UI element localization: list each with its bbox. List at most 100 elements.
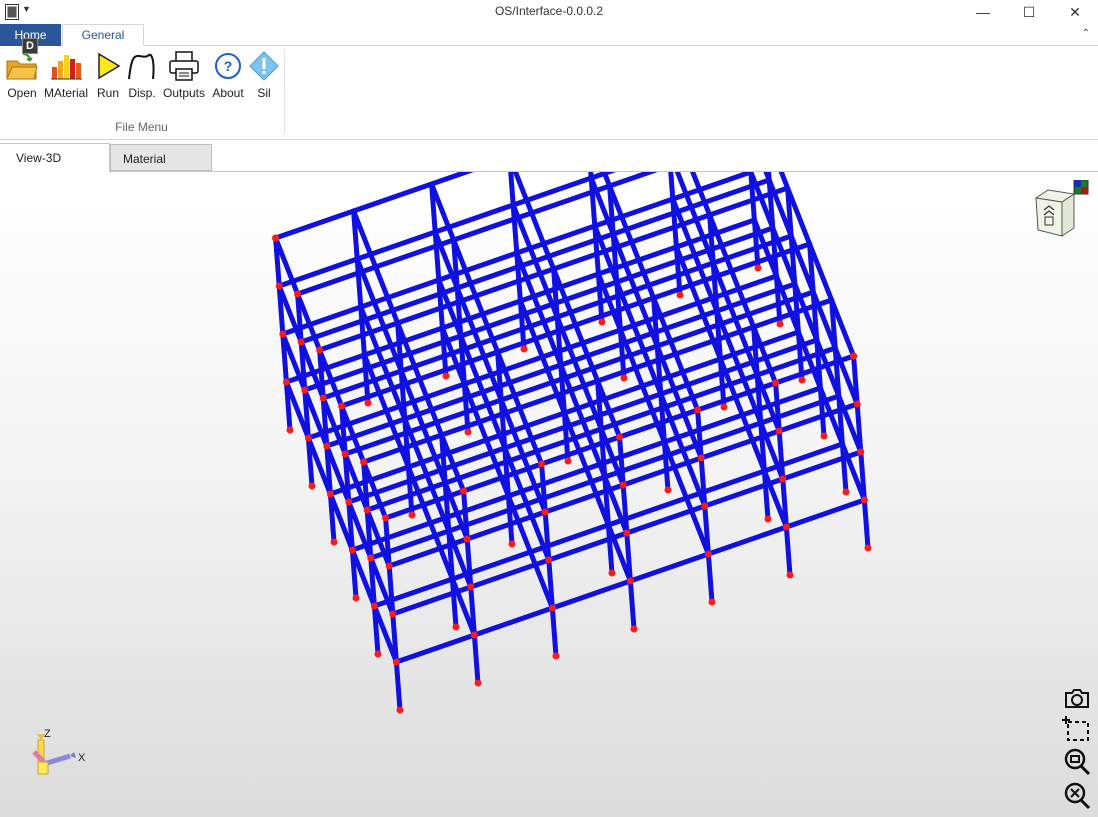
frame-beam[interactable] (471, 605, 555, 638)
frame-node[interactable] (630, 625, 638, 633)
frame-node[interactable] (786, 571, 794, 579)
frame-node[interactable] (676, 291, 684, 299)
frame-node[interactable] (297, 338, 305, 346)
material-button[interactable]: MAterial (42, 50, 90, 100)
frame-node[interactable] (338, 402, 346, 410)
frame-node[interactable] (408, 511, 416, 519)
frame-node[interactable] (538, 460, 546, 468)
frame-node[interactable] (464, 428, 472, 436)
frame-node[interactable] (623, 529, 631, 537)
frame-node[interactable] (382, 514, 390, 522)
frame-node[interactable] (626, 577, 634, 585)
frame-beam[interactable] (783, 497, 867, 530)
frame-node[interactable] (616, 433, 624, 441)
frame-node[interactable] (308, 482, 316, 490)
close-button[interactable]: ✕ (1052, 0, 1098, 24)
about-button[interactable]: ? About (210, 50, 246, 100)
frame-node[interactable] (842, 488, 850, 496)
frame-beam[interactable] (549, 578, 633, 611)
frame-node[interactable] (385, 562, 393, 570)
frame-node[interactable] (620, 374, 628, 382)
frame-node[interactable] (367, 554, 375, 562)
frame-node[interactable] (548, 604, 556, 612)
frame-node[interactable] (389, 610, 397, 618)
zoom-extents-icon[interactable] (1062, 781, 1092, 811)
frame-node[interactable] (341, 450, 349, 458)
viewport-3d[interactable]: Z X (0, 172, 1098, 817)
frame-node[interactable] (301, 386, 309, 394)
frame-node[interactable] (345, 498, 353, 506)
frame-node[interactable] (282, 378, 290, 386)
frame-beam[interactable] (273, 208, 357, 241)
open-button[interactable]: Open (4, 50, 40, 100)
frame-node[interactable] (272, 234, 280, 242)
collapse-ribbon-icon[interactable]: ⌃ (1082, 28, 1090, 39)
frame-node[interactable] (520, 345, 528, 353)
camera-icon[interactable] (1062, 683, 1092, 713)
frame-node[interactable] (798, 376, 806, 384)
view-cube[interactable] (1030, 180, 1090, 240)
frame-node[interactable] (704, 550, 712, 558)
frame-node[interactable] (279, 330, 287, 338)
frame-node[interactable] (598, 318, 606, 326)
frame-beam[interactable] (429, 172, 510, 187)
frame-node[interactable] (853, 400, 861, 408)
zoom-icon[interactable] (1062, 747, 1092, 777)
frame-node[interactable] (275, 282, 283, 290)
frame-node[interactable] (364, 399, 372, 407)
frame-node[interactable] (619, 481, 627, 489)
frame-node[interactable] (697, 454, 705, 462)
frame-node[interactable] (470, 631, 478, 639)
frame-node[interactable] (352, 594, 360, 602)
frame-node[interactable] (860, 496, 868, 504)
frame-node[interactable] (330, 538, 338, 546)
frame-node[interactable] (370, 602, 378, 610)
frame-node[interactable] (564, 457, 572, 465)
frame-node[interactable] (764, 515, 772, 523)
frame-node[interactable] (701, 502, 709, 510)
frame-node[interactable] (474, 679, 482, 687)
sil-button[interactable]: Sil (248, 50, 280, 100)
frame-node[interactable] (452, 623, 460, 631)
frame-node[interactable] (720, 403, 728, 411)
frame-node[interactable] (779, 475, 787, 483)
frame-node[interactable] (360, 458, 368, 466)
maximize-button[interactable]: ☐ (1006, 0, 1052, 24)
outputs-button[interactable]: Outputs (161, 50, 207, 100)
frame-node[interactable] (776, 320, 784, 328)
frame-node[interactable] (442, 372, 450, 380)
tab-material[interactable]: Material (110, 144, 212, 171)
frame-beam[interactable] (627, 551, 711, 584)
frame-node[interactable] (396, 706, 404, 714)
frame-node[interactable] (864, 544, 872, 552)
frame-node[interactable] (463, 535, 471, 543)
frame-node[interactable] (541, 508, 549, 516)
frame-node[interactable] (772, 379, 780, 387)
frame-beam[interactable] (351, 181, 435, 214)
frame-node[interactable] (664, 486, 672, 494)
frame-node[interactable] (374, 650, 382, 658)
frame-node[interactable] (850, 352, 858, 360)
frame-node[interactable] (820, 432, 828, 440)
frame-node[interactable] (708, 598, 716, 606)
frame-node[interactable] (316, 346, 324, 354)
tab-general[interactable]: General (62, 24, 144, 46)
frame-node[interactable] (460, 487, 468, 495)
frame-node[interactable] (608, 569, 616, 577)
frame-node[interactable] (782, 523, 790, 531)
frame-node[interactable] (304, 434, 312, 442)
frame-node[interactable] (467, 583, 475, 591)
frame-node[interactable] (294, 290, 302, 298)
frame-node[interactable] (363, 506, 371, 514)
disp-button[interactable]: Disp. (126, 50, 158, 100)
frame-node[interactable] (857, 448, 865, 456)
frame-node[interactable] (545, 556, 553, 564)
frame-beam[interactable] (393, 632, 477, 665)
frame-node[interactable] (392, 658, 400, 666)
frame-node[interactable] (694, 406, 702, 414)
frame-node[interactable] (326, 490, 334, 498)
frame-node[interactable] (286, 426, 294, 434)
run-button[interactable]: Run (94, 50, 122, 100)
frame-node[interactable] (319, 394, 327, 402)
frame-beam[interactable] (705, 524, 789, 557)
